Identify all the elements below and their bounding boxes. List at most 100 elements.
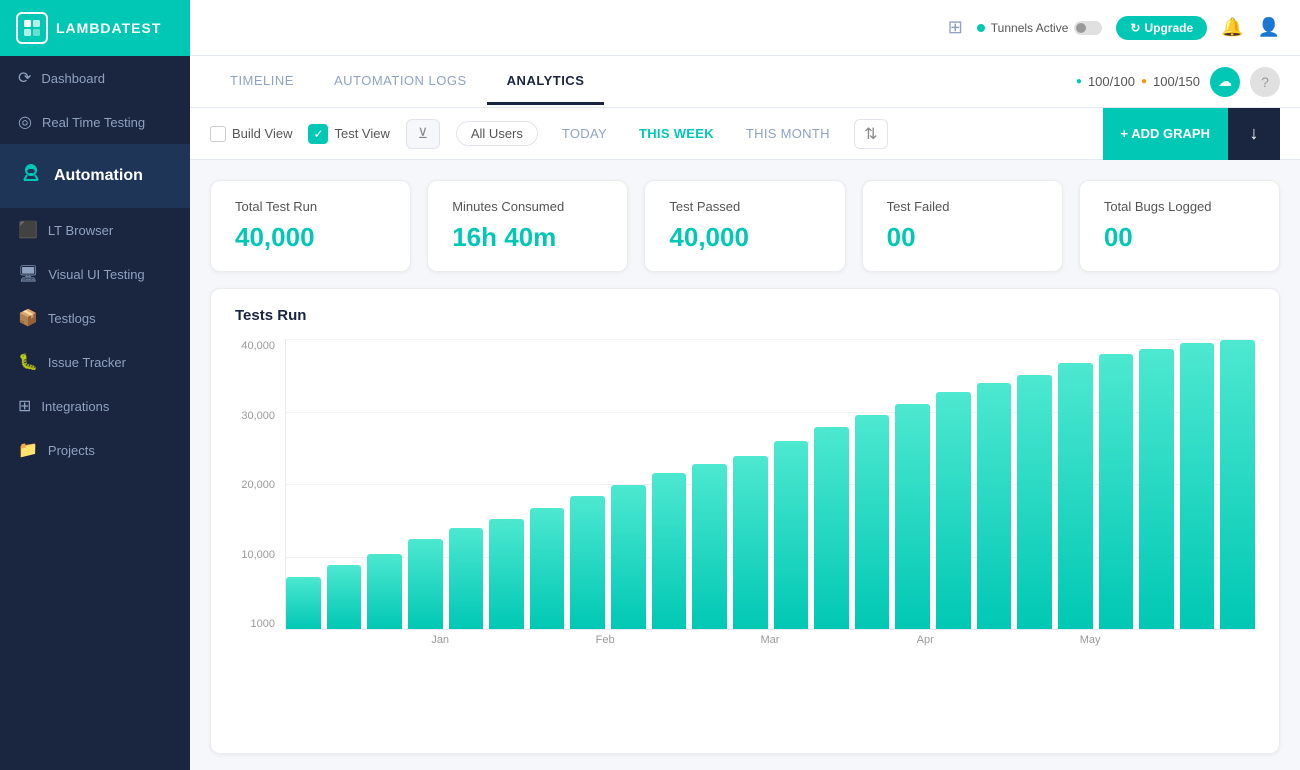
credit-dot-orange: ● — [1141, 76, 1147, 87]
chart-container: 40,00030,00020,00010,0001000JanFebMarApr… — [235, 340, 1255, 660]
stat-value-2: 40,000 — [669, 222, 820, 253]
stat-card-total-test-run: Total Test Run 40,000 — [210, 180, 411, 272]
test-view-box: ✓ — [308, 124, 328, 144]
x-label: May — [1080, 634, 1101, 646]
sort-button[interactable]: ⇅ — [854, 119, 888, 149]
sidebar-item-lt-browser[interactable]: ⬛ LT Browser — [0, 208, 190, 252]
chart-bar — [814, 427, 849, 629]
sidebar-item-integrations[interactable]: ⊞ Integrations — [0, 384, 190, 428]
sidebar-item-visual-ui[interactable]: 🖥 Visual UI Testing — [0, 252, 190, 296]
chart-bars-container — [285, 340, 1255, 630]
chart-bar — [1099, 354, 1134, 629]
bar-wrap — [977, 340, 1012, 629]
realtime-icon: ◎ — [18, 112, 32, 132]
bar-wrap — [692, 340, 727, 629]
sidebar-logo: LAMBDATEST — [0, 0, 190, 56]
filter-button[interactable]: ⊻ — [406, 119, 440, 149]
chart-bar — [977, 383, 1012, 629]
sidebar-item-label: Integrations — [41, 399, 109, 414]
sidebar-item-projects[interactable]: 📁 Projects — [0, 428, 190, 472]
visual-ui-icon: 🖥 — [18, 264, 38, 284]
chart-bar — [936, 392, 971, 629]
bar-wrap — [1017, 340, 1052, 629]
build-view-label: Build View — [232, 126, 292, 141]
bar-wrap — [489, 340, 524, 629]
chart-bar — [367, 554, 402, 629]
stat-label-4: Total Bugs Logged — [1104, 199, 1255, 214]
sidebar-item-issue-tracker[interactable]: 🐛 Issue Tracker — [0, 340, 190, 384]
grid-icon[interactable]: ⊞ — [948, 17, 963, 38]
issue-tracker-icon: 🐛 — [18, 352, 38, 372]
y-label: 40,000 — [235, 340, 281, 352]
bar-wrap — [1139, 340, 1174, 629]
credits-1: 100/100 — [1088, 74, 1135, 89]
chart-bar — [449, 528, 484, 629]
help-button[interactable]: ? — [1250, 67, 1280, 97]
dashboard-icon: ⟳ — [18, 68, 31, 88]
y-label: 20,000 — [235, 479, 281, 491]
chart-bar — [570, 496, 605, 629]
chart-bar — [530, 508, 565, 629]
stat-value-1: 16h 40m — [452, 222, 603, 253]
stat-card-test-passed: Test Passed 40,000 — [644, 180, 845, 272]
bar-wrap — [895, 340, 930, 629]
build-view-checkbox[interactable]: Build View — [210, 126, 292, 142]
tunnels-label: Tunnels Active — [991, 21, 1069, 35]
stat-card-test-failed: Test Failed 00 — [862, 180, 1063, 272]
sidebar-item-testlogs[interactable]: 📦 Testlogs — [0, 296, 190, 340]
top-header: ⊞ Tunnels Active ↻ Upgrade 🔔 👤 — [190, 0, 1300, 56]
tunnels-badge: Tunnels Active — [977, 21, 1103, 35]
download-button[interactable]: ↓ — [1228, 108, 1280, 160]
stat-value-3: 00 — [887, 222, 1038, 253]
chart-bar — [327, 565, 362, 629]
bar-wrap — [652, 340, 687, 629]
stat-label-0: Total Test Run — [235, 199, 386, 214]
bar-wrap — [774, 340, 809, 629]
chart-bar — [1017, 375, 1052, 629]
sidebar-item-realtime[interactable]: ◎ Real Time Testing — [0, 100, 190, 144]
sidebar-item-label: Automation — [54, 167, 143, 185]
tab-analytics[interactable]: ANALYTICS — [487, 59, 605, 105]
chart-bar — [1139, 349, 1174, 629]
today-filter[interactable]: TODAY — [554, 122, 615, 145]
testlogs-icon: 📦 — [18, 308, 38, 328]
credits-2: 100/150 — [1153, 74, 1200, 89]
this-week-filter[interactable]: THIS WEEK — [631, 122, 722, 145]
sidebar-item-dashboard[interactable]: ⟳ Dashboard — [0, 56, 190, 100]
build-view-check — [210, 126, 226, 142]
tunnel-toggle[interactable] — [1074, 21, 1102, 35]
credits-info: ● 100/100 ● 100/150 — [1076, 74, 1200, 89]
user-icon[interactable]: 👤 — [1258, 17, 1280, 38]
chart-bar — [774, 441, 809, 629]
x-label: Feb — [596, 634, 615, 646]
chart-area: Tests Run 40,00030,00020,00010,0001000Ja… — [210, 288, 1280, 754]
add-graph-button[interactable]: + ADD GRAPH — [1103, 108, 1228, 160]
download-icon: ↓ — [1250, 123, 1259, 144]
bar-wrap — [936, 340, 971, 629]
chart-bar — [733, 456, 768, 629]
upgrade-button[interactable]: ↻ Upgrade — [1116, 16, 1207, 40]
tab-automation-logs[interactable]: AUTOMATION LOGS — [314, 59, 487, 105]
tab-timeline[interactable]: TIMELINE — [210, 59, 314, 105]
bar-wrap — [408, 340, 443, 629]
sidebar-item-label: Issue Tracker — [48, 355, 126, 370]
this-month-filter[interactable]: THIS MONTH — [738, 122, 838, 145]
sidebar: LAMBDATEST ⟳ Dashboard ◎ Real Time Testi… — [0, 0, 190, 770]
stat-label-1: Minutes Consumed — [452, 199, 603, 214]
x-axis: JanFebMarAprMay — [285, 634, 1255, 660]
bell-icon[interactable]: 🔔 — [1221, 17, 1243, 38]
test-view-checkbox[interactable]: ✓ Test View — [308, 124, 389, 144]
sidebar-item-automation[interactable]: Automation — [0, 144, 190, 208]
chart-title: Tests Run — [235, 307, 1255, 324]
bar-wrap — [1058, 340, 1093, 629]
cloud-button[interactable]: ☁ — [1210, 67, 1240, 97]
test-view-label: Test View — [334, 126, 389, 141]
chart-bar — [692, 464, 727, 629]
y-axis: 40,00030,00020,00010,0001000 — [235, 340, 281, 630]
automation-icon — [18, 160, 44, 192]
y-label: 10,000 — [235, 549, 281, 561]
stats-row: Total Test Run 40,000 Minutes Consumed 1… — [190, 160, 1300, 288]
tabs-right: ● 100/100 ● 100/150 ☁ ? — [1076, 67, 1280, 97]
bar-wrap — [611, 340, 646, 629]
all-users-select[interactable]: All Users — [456, 121, 538, 146]
